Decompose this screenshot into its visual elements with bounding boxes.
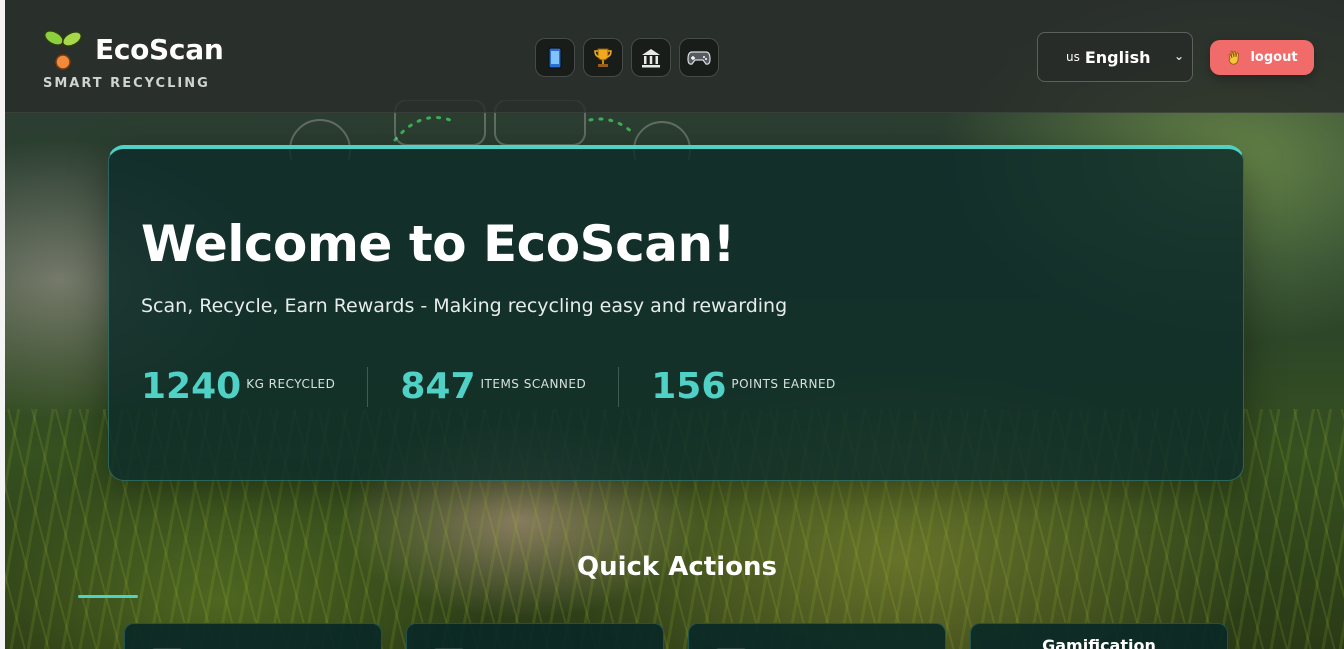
stats-row: 1240 KG RECYCLED 847 ITEMS SCANNED 156 P… [141, 367, 836, 407]
stat-points-earned: 156 POINTS EARNED [651, 367, 836, 407]
stat-value: 847 [400, 366, 476, 407]
brand-tagline: SMART RECYCLING [43, 76, 210, 91]
stat-label: ITEMS SCANNED [480, 377, 587, 391]
hero-subtitle: Scan, Recycle, Earn Rewards - Making rec… [141, 295, 788, 317]
nav-bank-button[interactable] [631, 38, 671, 77]
flag-us-icon: us [1066, 50, 1080, 64]
stat-value: 156 [651, 366, 727, 407]
card-title: Gamification [1042, 636, 1156, 649]
section-accent-line [78, 595, 138, 598]
quick-actions-grid: Gamification [124, 623, 1228, 649]
welcome-card: Welcome to EcoScan! Scan, Recycle, Earn … [108, 145, 1244, 481]
sprout-logo-icon [43, 30, 83, 70]
brand[interactable]: EcoScan SMART RECYCLING [41, 28, 224, 91]
brand-name: EcoScan [95, 32, 224, 66]
stat-label: POINTS EARNED [731, 377, 836, 391]
trophy-icon [594, 48, 612, 67]
quick-action-card[interactable] [688, 623, 946, 649]
nav-leaderboard-button[interactable] [583, 38, 623, 77]
top-header: EcoScan SMART RECYCLING us English ⌄ log… [5, 0, 1344, 113]
language-select[interactable]: us English ⌄ [1037, 32, 1193, 82]
bank-icon [642, 48, 660, 67]
stat-value: 1240 [141, 366, 242, 407]
stat-divider [618, 367, 620, 407]
quick-actions-title: Quick Actions [576, 552, 777, 582]
nav-games-button[interactable] [679, 38, 719, 77]
quick-action-card-gamification[interactable]: Gamification [970, 623, 1228, 649]
logout-label: logout [1250, 50, 1298, 65]
chevron-down-icon: ⌄ [1173, 49, 1184, 63]
quick-action-card[interactable] [406, 623, 664, 649]
logout-button[interactable]: logout [1210, 40, 1314, 75]
stat-kg-recycled: 1240 KG RECYCLED [141, 367, 335, 407]
mobile-phone-icon [548, 46, 562, 69]
stat-label: KG RECYCLED [246, 377, 336, 391]
waving-hand-icon [1228, 50, 1240, 65]
stat-divider [367, 367, 369, 407]
quick-action-card[interactable] [124, 623, 382, 649]
game-controller-icon [687, 50, 711, 65]
stat-items-scanned: 847 ITEMS SCANNED [400, 367, 586, 407]
main-nav [535, 38, 719, 77]
hero-title: Welcome to EcoScan! [141, 215, 735, 273]
nav-scan-button[interactable] [535, 38, 575, 77]
language-selected: English [1084, 47, 1151, 67]
